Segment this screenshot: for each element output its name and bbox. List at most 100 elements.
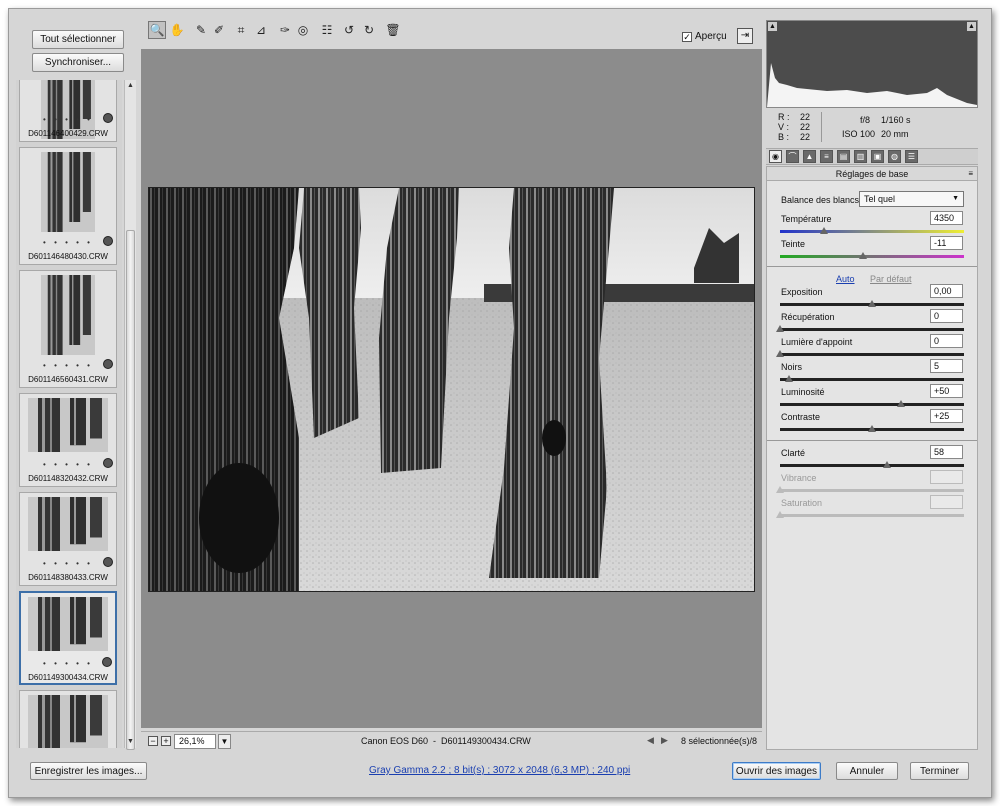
straighten-icon[interactable]: ⊿ xyxy=(252,21,270,39)
clarity-slider[interactable] xyxy=(780,464,964,467)
zoom-level-field[interactable]: 26,1% xyxy=(174,734,216,749)
b-label: B : xyxy=(778,132,790,142)
zoom-dropdown-icon[interactable]: ▼ xyxy=(218,734,231,749)
rating-stars[interactable]: • • • • • xyxy=(20,559,116,568)
preferences-icon[interactable]: ☷ xyxy=(318,21,336,39)
tint-slider[interactable] xyxy=(780,255,964,258)
panel-title: Réglages de base xyxy=(767,167,977,181)
vibrance-slider-thumb xyxy=(776,486,784,493)
blacks-slider[interactable] xyxy=(780,378,964,381)
r-label: R : xyxy=(778,112,790,122)
tab-split-toning[interactable]: ▤ xyxy=(837,150,850,163)
adjusted-badge-icon xyxy=(102,657,112,667)
filmstrip-thumbnail[interactable]: • • • • • D601148320432.CRW xyxy=(19,393,117,487)
vibrance-slider xyxy=(780,489,964,492)
filmstrip-scrollbar[interactable]: ▲ ▼ xyxy=(124,80,136,750)
zoom-out-icon[interactable]: − xyxy=(148,736,158,746)
blacks-value-field[interactable]: 5 xyxy=(930,359,963,373)
open-images-button[interactable]: Ouvrir des images xyxy=(732,762,821,780)
tab-tone-curve[interactable]: ⌒ xyxy=(786,150,799,163)
tab-effects[interactable]: ▣ xyxy=(871,150,884,163)
filmstrip-thumbnail[interactable]: • • • • • D601146560431.CRW xyxy=(19,270,117,388)
default-link[interactable]: Par défaut xyxy=(870,274,912,284)
tab-camera-calibration[interactable]: ◍ xyxy=(888,150,901,163)
clarity-slider-thumb[interactable] xyxy=(882,461,891,468)
fill-slider[interactable] xyxy=(780,353,964,356)
thumbnail-image xyxy=(28,398,108,452)
white-balance-icon[interactable]: ✎ xyxy=(192,21,210,39)
scroll-up-icon[interactable]: ▲ xyxy=(127,82,134,89)
cancel-button[interactable]: Annuler xyxy=(836,762,898,780)
recovery-slider[interactable] xyxy=(780,328,964,331)
exposure-label: Exposition xyxy=(781,287,823,297)
save-images-button[interactable]: Enregistrer les images... xyxy=(30,762,147,780)
scrollbar-thumb[interactable] xyxy=(126,230,135,750)
tab-basic[interactable]: ◉ xyxy=(769,150,782,163)
crop-icon[interactable]: ⌗ xyxy=(232,21,250,39)
histogram: ▲ ▲ xyxy=(766,20,978,108)
rotate-right-icon[interactable]: ↻ xyxy=(360,21,378,39)
rating-stars[interactable]: • • • • • xyxy=(20,115,116,124)
done-button[interactable]: Terminer xyxy=(910,762,969,780)
tab-lens[interactable]: ▥ xyxy=(854,150,867,163)
trash-icon[interactable]: 🗑 xyxy=(384,21,402,39)
filmstrip-thumbnail[interactable] xyxy=(19,690,117,748)
tint-slider-thumb[interactable] xyxy=(858,252,867,259)
wb-select[interactable]: Tel quel ▼ xyxy=(859,191,964,207)
contrast-slider-thumb[interactable] xyxy=(868,425,876,432)
thumbnail-filename: D601146560431.CRW xyxy=(28,375,108,384)
prev-image-icon[interactable]: ◀ xyxy=(647,735,654,746)
fill-slider-thumb[interactable] xyxy=(776,350,784,357)
filmstrip-thumbnail[interactable]: • • • • • D601146480430.CRW xyxy=(19,147,117,265)
select-all-button[interactable]: Tout sélectionner xyxy=(32,30,124,49)
rotate-left-icon[interactable]: ↺ xyxy=(340,21,358,39)
temperature-value-field[interactable]: 4350 xyxy=(930,211,963,225)
tab-hsl[interactable]: ≡ xyxy=(820,150,833,163)
clarity-value-field[interactable]: 58 xyxy=(930,445,963,459)
fill-value-field[interactable]: 0 xyxy=(930,334,963,348)
hand-icon[interactable]: ✋ xyxy=(168,21,186,39)
temperature-slider[interactable] xyxy=(780,230,964,233)
preview-checkbox[interactable]: ✓ xyxy=(682,31,692,42)
tab-detail[interactable]: ▲ xyxy=(803,150,816,163)
brightness-slider-thumb[interactable] xyxy=(897,400,906,407)
rating-stars[interactable]: • • • • • xyxy=(20,460,116,469)
highlight-clip-icon[interactable]: ▲ xyxy=(967,22,976,31)
zoom-icon[interactable]: 🔍 xyxy=(148,21,166,39)
filmstrip-thumbnail[interactable]: • • • • • D601148380433.CRW xyxy=(19,492,117,586)
tab-presets[interactable]: ☰ xyxy=(905,150,918,163)
red-eye-icon[interactable]: ◎ xyxy=(294,21,312,39)
panel-menu-icon[interactable]: ≡ xyxy=(968,169,973,178)
rating-stars[interactable]: • • • • • xyxy=(20,238,116,247)
scroll-down-icon[interactable]: ▼ xyxy=(127,738,134,745)
blacks-slider-thumb[interactable] xyxy=(785,375,794,382)
fullscreen-icon[interactable]: ⇥ xyxy=(737,28,753,44)
thumbnail-image xyxy=(28,597,108,651)
exposure-value-field[interactable]: 0,00 xyxy=(930,284,963,298)
preview-toggle[interactable]: ✓ Aperçu xyxy=(682,31,727,42)
auto-link[interactable]: Auto xyxy=(836,274,855,284)
brightness-slider[interactable] xyxy=(780,403,964,406)
thumbnail-image xyxy=(41,152,95,232)
shadow-clip-icon[interactable]: ▲ xyxy=(768,22,777,31)
contrast-value-field[interactable]: +25 xyxy=(930,409,963,423)
retouch-icon[interactable]: ✑ xyxy=(276,21,294,39)
preview-image[interactable] xyxy=(148,187,755,592)
zoom-in-icon[interactable]: + xyxy=(161,736,171,746)
color-sampler-icon[interactable]: ✐ xyxy=(210,21,228,39)
brightness-label: Luminosité xyxy=(781,387,825,397)
filmstrip-thumbnail[interactable]: • • • • • D601149300434.CRW xyxy=(19,591,117,685)
workflow-options-link[interactable]: Gray Gamma 2.2 ; 8 bit(s) ; 3072 x 2048 … xyxy=(369,765,630,776)
filmstrip-thumbnail[interactable]: • • • • • D601146400429.CRW xyxy=(19,80,117,142)
brightness-value-field[interactable]: +50 xyxy=(930,384,963,398)
rating-stars[interactable]: • • • • • xyxy=(21,659,115,668)
exposure-slider-thumb[interactable] xyxy=(868,300,876,307)
recovery-value-field[interactable]: 0 xyxy=(930,309,963,323)
next-image-icon[interactable]: ▶ xyxy=(661,735,668,746)
b-value: 22 xyxy=(800,132,811,142)
synchronize-button[interactable]: Synchroniser... xyxy=(32,53,124,72)
rating-stars[interactable]: • • • • • xyxy=(20,361,116,370)
tint-value-field[interactable]: -11 xyxy=(930,236,963,250)
recovery-slider-thumb[interactable] xyxy=(776,325,784,332)
temperature-slider-thumb[interactable] xyxy=(820,227,829,234)
